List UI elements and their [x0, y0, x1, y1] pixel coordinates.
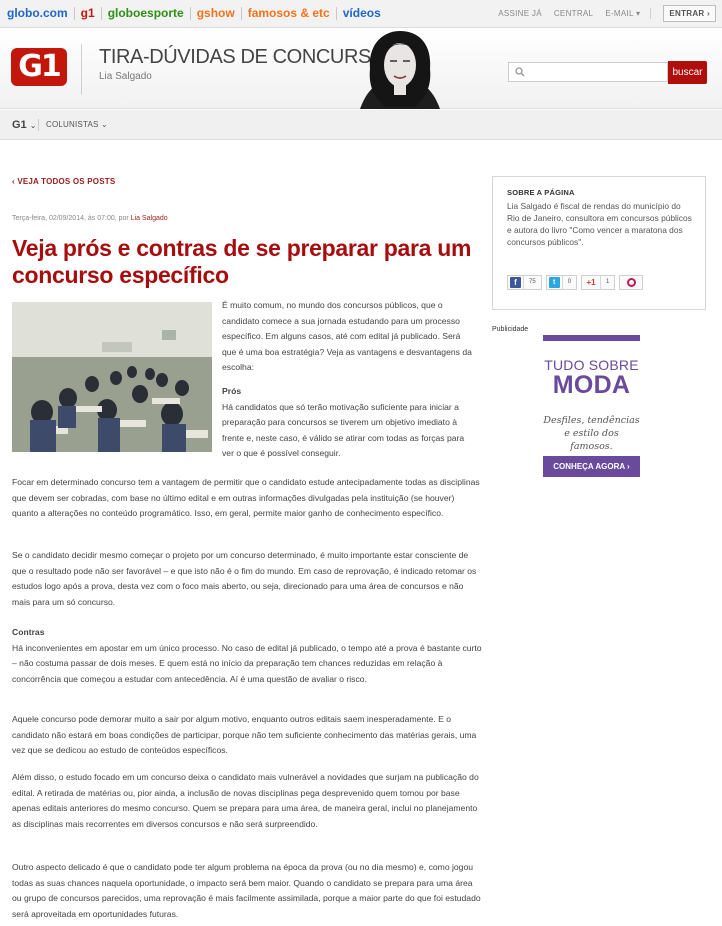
article-meta: Terça-feira, 02/09/2014, às 07:00, por L… — [12, 215, 168, 222]
email-label: E-MAIL — [605, 9, 634, 18]
article-intro: É muito comum, no mundo dos concursos pú… — [222, 298, 477, 462]
sub-navigation: G1 ⌄ COLUNISTAS ⌄ — [0, 110, 722, 140]
article-headline: Veja prós e contras de se preparar para … — [12, 235, 472, 288]
author-portrait — [360, 31, 440, 109]
gplus-count: 1 — [600, 276, 614, 289]
entrar-button[interactable]: ENTRAR › — [663, 5, 716, 22]
about-title: SOBRE A PÁGINA — [507, 188, 575, 197]
intro-paragraph: É muito comum, no mundo dos concursos pú… — [222, 300, 472, 373]
ad-top-bar — [543, 335, 640, 341]
advertising-label: Publicidade — [492, 326, 529, 333]
g1-menu[interactable]: G1 ⌄ — [12, 119, 36, 131]
g1-menu-label: G1 — [12, 119, 27, 131]
assine-link[interactable]: ASSINE JÁ — [498, 9, 542, 18]
facebook-icon: f — [510, 277, 521, 288]
divider — [38, 119, 39, 131]
colunistas-label: COLUNISTAS — [46, 120, 99, 129]
article-paragraph: Outro aspecto delicado é que o candidato… — [12, 862, 481, 919]
chevron-left-icon: ‹ — [12, 177, 15, 186]
article-paragraph: Focar em determinado concurso tem a vant… — [12, 477, 480, 519]
divider — [100, 6, 102, 20]
chevron-down-icon: ⌄ — [29, 121, 37, 130]
link-videos[interactable]: vídeos — [343, 6, 381, 20]
central-link[interactable]: CENTRAL — [554, 9, 593, 18]
share-bar: f 75 t 0 +1 1 — [493, 275, 705, 290]
contras-heading: Contras — [12, 627, 45, 637]
g1-logo[interactable]: G1 — [11, 48, 67, 86]
circle-icon — [626, 278, 636, 287]
search-icon — [515, 67, 525, 77]
account-links: ASSINE JÁ CENTRAL E-MAIL ▾ ENTRAR › — [486, 5, 716, 22]
email-link[interactable]: E-MAIL ▾ — [605, 9, 640, 18]
facebook-share-button[interactable]: f 75 — [507, 275, 542, 290]
facebook-count: 75 — [523, 276, 541, 289]
global-top-bar: globo.com g1 globoesporte gshow famosos … — [0, 0, 722, 28]
fashion-ad[interactable]: TUDO SOBRE MODA Desfiles, tendências e e… — [543, 335, 640, 477]
ad-cta-button[interactable]: CONHEÇA AGORA › — [543, 456, 640, 477]
twitter-share-button[interactable]: t 0 — [545, 275, 578, 290]
article-date: Terça-feira, 02/09/2014, às 07:00, por — [12, 215, 129, 222]
pros-heading: Prós — [222, 385, 242, 396]
divider — [81, 44, 82, 94]
divider — [335, 6, 337, 20]
article-paragraph: Além disso, o estudo focado em um concur… — [12, 772, 479, 829]
article-paragraph: Se o candidato decidir mesmo começar o p… — [12, 550, 477, 607]
link-famosos[interactable]: famosos & etc — [248, 6, 330, 20]
ad-line3: Desfiles, tendências e estilo dos famoso… — [543, 415, 640, 452]
divider — [73, 6, 75, 20]
twitter-icon: t — [548, 277, 560, 288]
gplus-icon: +1 — [586, 278, 596, 287]
colunistas-menu[interactable]: COLUNISTAS ⌄ — [46, 120, 108, 129]
contras-paragraph: Há inconvenientes em apostar em um único… — [12, 642, 482, 684]
search-box — [508, 62, 668, 82]
article-photo — [12, 302, 212, 452]
back-to-posts-link[interactable]: ‹ VEJA TODOS OS POSTS — [12, 177, 115, 186]
link-g1[interactable]: g1 — [81, 6, 95, 20]
gplus-share-button[interactable]: +1 1 — [581, 275, 616, 290]
chevron-down-icon: ⌄ — [100, 120, 108, 129]
article-paragraph: Aquele concurso pode demorar muito a sai… — [12, 714, 477, 756]
blog-author: Lia Salgado — [99, 71, 152, 82]
divider — [240, 6, 242, 20]
portal-links: globo.com g1 globoesporte gshow famosos … — [7, 6, 381, 20]
ad-line2: MODA — [552, 371, 631, 399]
link-gshow[interactable]: gshow — [197, 6, 235, 20]
search-button[interactable]: buscar — [668, 61, 707, 84]
article-author-link[interactable]: Lia Salgado — [131, 215, 168, 222]
divider — [189, 6, 191, 20]
link-globocom[interactable]: globo.com — [7, 6, 68, 20]
entrar-label: ENTRAR — [669, 9, 705, 18]
chevron-right-icon: › — [707, 9, 710, 18]
search-input[interactable] — [529, 65, 665, 79]
author-bio: Lia Salgado é fiscal de rendas do municí… — [507, 201, 692, 247]
back-link-label: VEJA TODOS OS POSTS — [17, 177, 116, 186]
share-circle-button[interactable] — [619, 275, 644, 290]
twitter-count: 0 — [561, 276, 576, 289]
link-globoesporte[interactable]: globoesporte — [108, 6, 184, 20]
about-page-box: SOBRE A PÁGINA Lia Salgado é fiscal de r… — [492, 176, 706, 310]
chevron-down-icon: ▾ — [636, 9, 641, 18]
pros-paragraph: Há candidatos que só terão motivação suf… — [222, 401, 465, 459]
divider — [650, 8, 652, 19]
blog-header: G1 TIRA-DÚVIDAS DE CONCURSOS Lia Salgado… — [0, 29, 722, 109]
contras-section: Contras Há inconvenientes em apostar em … — [12, 625, 482, 687]
